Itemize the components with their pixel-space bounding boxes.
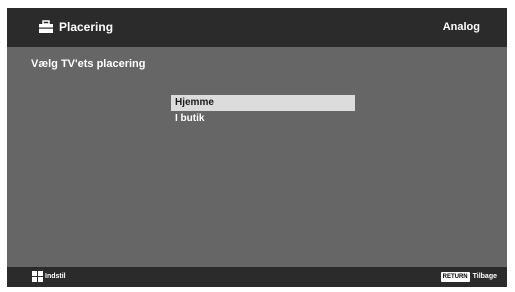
back-hint-label: Tilbage bbox=[472, 273, 497, 280]
footer-hint-set: Indstil bbox=[32, 271, 66, 282]
header-title-group: Placering bbox=[38, 20, 113, 34]
menu-item-home[interactable]: Hjemme bbox=[171, 95, 355, 111]
footer-bar: Indstil RETURN Tilbage bbox=[7, 267, 507, 287]
page-title: Placering bbox=[59, 20, 114, 34]
return-key-icon: RETURN bbox=[440, 271, 470, 282]
set-hint-label: Indstil bbox=[45, 273, 66, 280]
footer-hint-return[interactable]: RETURN Tilbage bbox=[440, 271, 497, 282]
tv-screen: Placering Analog Vælg TV'ets placering H… bbox=[7, 8, 507, 287]
source-label: Analog bbox=[442, 21, 480, 33]
toolbox-icon bbox=[39, 20, 53, 33]
location-menu: Hjemme I butik bbox=[171, 95, 355, 127]
header-bar: Placering Analog bbox=[7, 8, 507, 47]
menu-item-store[interactable]: I butik bbox=[171, 111, 355, 127]
instruction-text: Vælg TV'ets placering bbox=[31, 58, 146, 70]
grid-icon bbox=[32, 271, 43, 282]
